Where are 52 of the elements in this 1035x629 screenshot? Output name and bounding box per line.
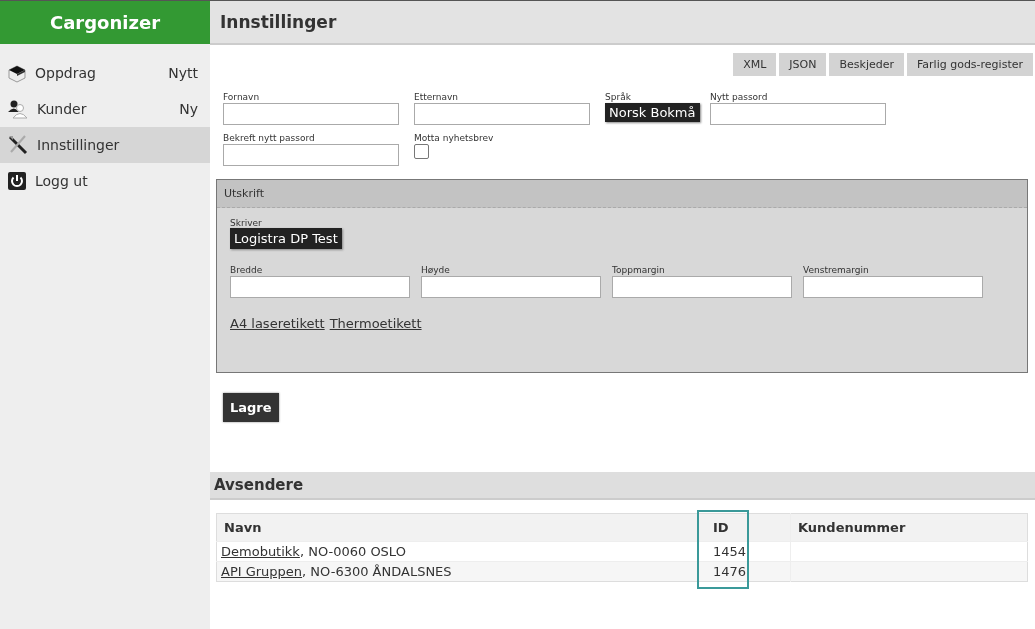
action-button[interactable]: XML xyxy=(733,53,777,76)
input-field[interactable] xyxy=(223,103,399,125)
table-cell: 1476 xyxy=(701,561,791,582)
sender-link[interactable]: API Gruppen xyxy=(221,564,303,579)
sidebar-item[interactable]: Oppdrag Nytt xyxy=(0,55,210,91)
field-label: Fornavn xyxy=(223,92,260,102)
sidebar-item[interactable]: Logg ut xyxy=(0,163,210,199)
field-label: Toppmargin xyxy=(612,265,666,275)
table-cell: Demobutikk, NO-0060 OSLO xyxy=(216,541,701,562)
users-icon xyxy=(7,99,29,119)
field-label: Nytt passord xyxy=(710,92,768,102)
input-field[interactable] xyxy=(230,276,410,298)
field-label: Skriver xyxy=(230,218,262,228)
language-dropdown[interactable]: Norsk Bokmå xyxy=(605,103,700,122)
column-header: Kundenummer xyxy=(790,513,1028,542)
label-link[interactable]: Thermoetikett xyxy=(329,316,422,331)
box-icon xyxy=(7,63,27,83)
sidebar-item[interactable]: Kunder Ny xyxy=(0,91,210,127)
page-title: Innstillinger xyxy=(210,1,1035,45)
field-label: Bekreft nytt passord xyxy=(223,133,315,143)
table-cell: API Gruppen, NO-6300 ÅNDALSNES xyxy=(216,561,701,582)
checkbox[interactable] xyxy=(414,144,429,159)
input-field[interactable] xyxy=(612,276,792,298)
field-label: Bredde xyxy=(230,265,264,275)
printer-dropdown[interactable]: Logistra DP Test xyxy=(230,228,342,249)
input-field[interactable] xyxy=(421,276,601,298)
save-button[interactable]: Lagre xyxy=(223,393,279,422)
sidebar-item[interactable]: Innstillinger xyxy=(0,127,210,163)
action-button[interactable]: JSON xyxy=(779,53,827,76)
field-label: Etternavn xyxy=(414,92,459,102)
sender-link[interactable]: Demobutikk xyxy=(221,544,300,559)
label-link[interactable]: A4 laseretikett xyxy=(230,316,325,331)
tools-icon xyxy=(7,134,29,156)
panel-title: Utskrift xyxy=(217,180,1027,208)
field-label: Språk xyxy=(605,92,631,102)
new-label: Nytt xyxy=(168,65,198,81)
power-icon xyxy=(7,171,27,191)
field-label: Venstremargin xyxy=(803,265,870,275)
action-button[interactable]: Farlig gods-register xyxy=(907,53,1033,76)
input-field[interactable] xyxy=(223,144,399,166)
column-header: Navn xyxy=(216,513,701,542)
table-cell: 1454 xyxy=(701,541,791,562)
column-header: ID xyxy=(701,513,791,542)
input-field[interactable] xyxy=(803,276,983,298)
section-title: Avsendere xyxy=(210,472,1035,500)
input-field[interactable] xyxy=(414,103,590,125)
field-label: Høyde xyxy=(421,265,451,275)
input-field[interactable] xyxy=(710,103,886,125)
action-button[interactable]: Beskjeder xyxy=(829,53,904,76)
new-label: Ny xyxy=(179,101,198,117)
logo-banner: Cargonizer xyxy=(0,1,210,44)
field-label: Motta nyhetsbrev xyxy=(414,133,494,143)
